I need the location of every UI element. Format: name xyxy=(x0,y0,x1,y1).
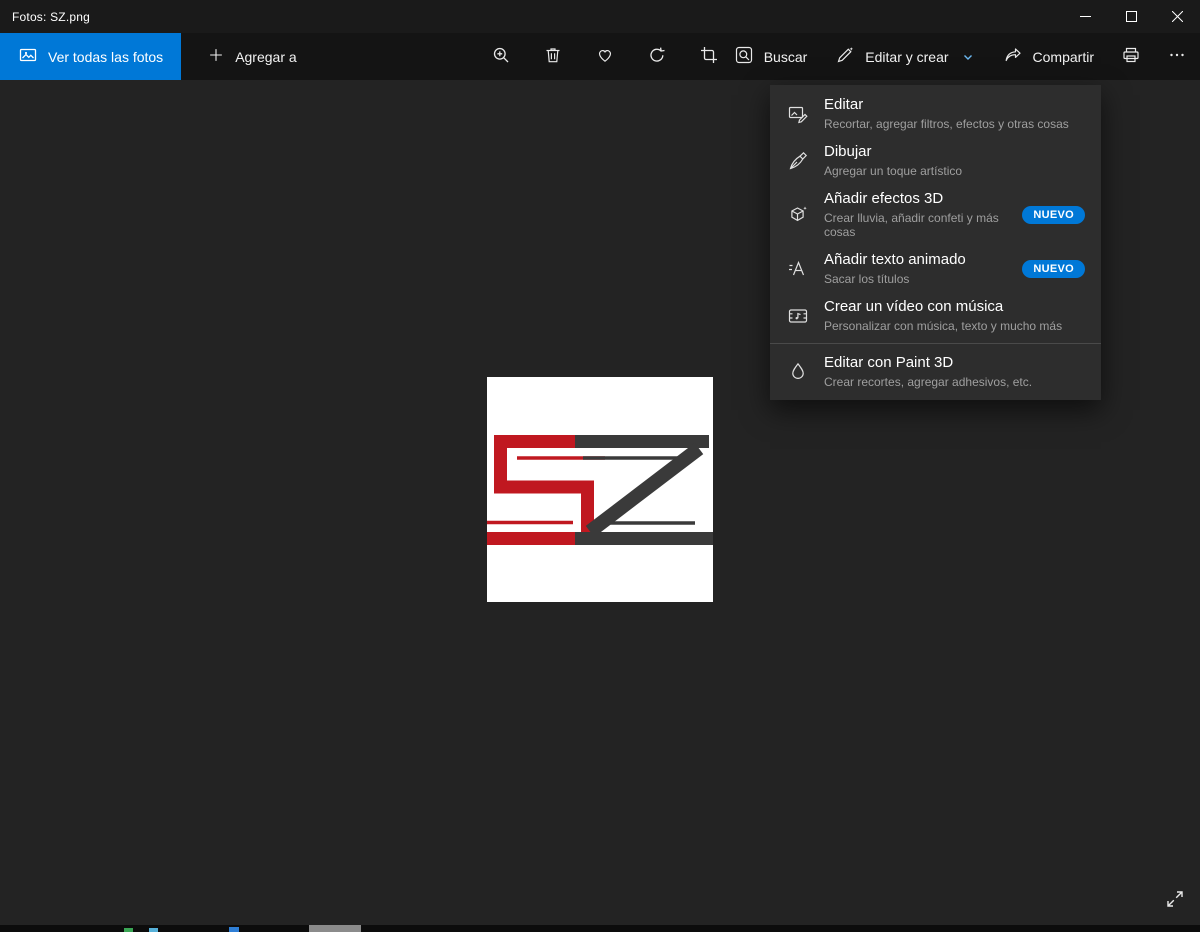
photo-canvas xyxy=(487,377,713,602)
taskbar-icon xyxy=(229,927,239,932)
zoom-in-icon xyxy=(491,45,511,68)
more-icon xyxy=(1167,45,1187,68)
taskbar-sliver xyxy=(0,925,1200,932)
fullscreen-button[interactable] xyxy=(1158,883,1192,917)
paint-3d-icon xyxy=(786,360,810,384)
heart-icon xyxy=(595,45,615,68)
menu-item-subtitle: Agregar un toque artístico xyxy=(824,164,963,178)
menu-item-title: Dibujar xyxy=(824,143,872,160)
menu-separator xyxy=(770,343,1101,344)
3d-effects-icon xyxy=(786,203,810,227)
menu-item-subtitle: Personalizar con música, texto y mucho m… xyxy=(824,319,1063,333)
animated-text-icon xyxy=(786,257,810,281)
menu-item-title: Añadir efectos 3D xyxy=(824,190,944,207)
edit-create-button[interactable]: Editar y crear xyxy=(821,45,988,68)
close-icon xyxy=(1171,11,1183,22)
filmstrip-scrollbar-thumb[interactable] xyxy=(309,925,361,932)
expand-icon xyxy=(1164,888,1186,913)
minimize-button[interactable] xyxy=(1062,0,1108,33)
plus-icon xyxy=(207,46,225,67)
photos-app-window: Fotos: SZ.png Ver todas las fotos Agrega… xyxy=(0,0,1200,932)
edit-create-label: Editar y crear xyxy=(865,48,949,65)
toolbar-right-group: Buscar Editar y crear Compartir xyxy=(720,33,1200,80)
share-button[interactable]: Compartir xyxy=(989,45,1108,68)
delete-button[interactable] xyxy=(542,46,564,68)
trash-icon xyxy=(543,45,563,68)
menu-item-subtitle: Crear recortes, agregar adhesivos, etc. xyxy=(824,375,1033,389)
taskbar-icon xyxy=(124,928,133,932)
add-to-label: Agregar a xyxy=(235,48,297,65)
menu-item-title: Crear un vídeo con música xyxy=(824,298,1004,315)
search-icon xyxy=(734,45,754,68)
photos-icon xyxy=(18,45,38,68)
nuevo-badge: NUEVO xyxy=(1022,205,1085,224)
menu-item-subtitle: Crear lluvia, añadir confeti y más cosas xyxy=(824,211,999,239)
search-button[interactable]: Buscar xyxy=(720,45,822,68)
chevron-down-icon xyxy=(961,50,975,64)
print-button[interactable] xyxy=(1108,33,1154,80)
toolbar-center-icons xyxy=(490,33,720,80)
menu-item-editar[interactable]: Editar Recortar, agregar filtros, efecto… xyxy=(770,90,1101,137)
edit-create-icon xyxy=(835,45,855,68)
menu-item-texto-animado[interactable]: Añadir texto animado Sacar los títulos N… xyxy=(770,245,1101,292)
nuevo-badge: NUEVO xyxy=(1022,259,1085,278)
menu-item-subtitle: Sacar los títulos xyxy=(824,272,910,286)
view-all-photos-button[interactable]: Ver todas las fotos xyxy=(0,33,182,80)
menu-item-dibujar[interactable]: Dibujar Agregar un toque artístico xyxy=(770,137,1101,184)
menu-item-subtitle: Recortar, agregar filtros, efectos y otr… xyxy=(824,117,1069,131)
menu-item-video-musica[interactable]: Crear un vídeo con música Personalizar c… xyxy=(770,292,1101,339)
window-title: Fotos: SZ.png xyxy=(12,9,90,24)
edit-image-icon xyxy=(786,102,810,126)
more-button[interactable] xyxy=(1154,33,1200,80)
taskbar-icon xyxy=(149,928,158,932)
view-all-photos-label: Ver todas las fotos xyxy=(48,48,164,65)
toolbar: Ver todas las fotos Agregar a Buscar Edi… xyxy=(0,33,1200,80)
pen-icon xyxy=(786,149,810,173)
maximize-icon xyxy=(1125,11,1137,22)
maximize-button[interactable] xyxy=(1108,0,1154,33)
window-controls xyxy=(1062,0,1200,33)
edit-create-menu: Editar Recortar, agregar filtros, efecto… xyxy=(770,85,1101,400)
titlebar: Fotos: SZ.png xyxy=(0,0,1200,33)
menu-item-paint-3d[interactable]: Editar con Paint 3D Crear recortes, agre… xyxy=(770,348,1101,395)
share-label: Compartir xyxy=(1032,48,1094,65)
add-to-button[interactable]: Agregar a xyxy=(193,33,310,80)
menu-item-title: Editar xyxy=(824,96,864,113)
close-button[interactable] xyxy=(1154,0,1200,33)
rotate-icon xyxy=(647,45,667,68)
menu-item-title: Editar con Paint 3D xyxy=(824,354,954,371)
minimize-icon xyxy=(1079,11,1091,22)
print-icon xyxy=(1121,45,1141,68)
rotate-button[interactable] xyxy=(646,46,668,68)
video-music-icon xyxy=(786,304,810,328)
crop-button[interactable] xyxy=(698,46,720,68)
zoom-button[interactable] xyxy=(490,46,512,68)
share-icon xyxy=(1003,45,1023,68)
search-label: Buscar xyxy=(763,48,808,65)
menu-item-title: Añadir texto animado xyxy=(824,251,966,268)
menu-item-efectos-3d[interactable]: Añadir efectos 3D Crear lluvia, añadir c… xyxy=(770,184,1101,245)
crop-icon xyxy=(699,45,719,68)
favorite-button[interactable] xyxy=(594,46,616,68)
